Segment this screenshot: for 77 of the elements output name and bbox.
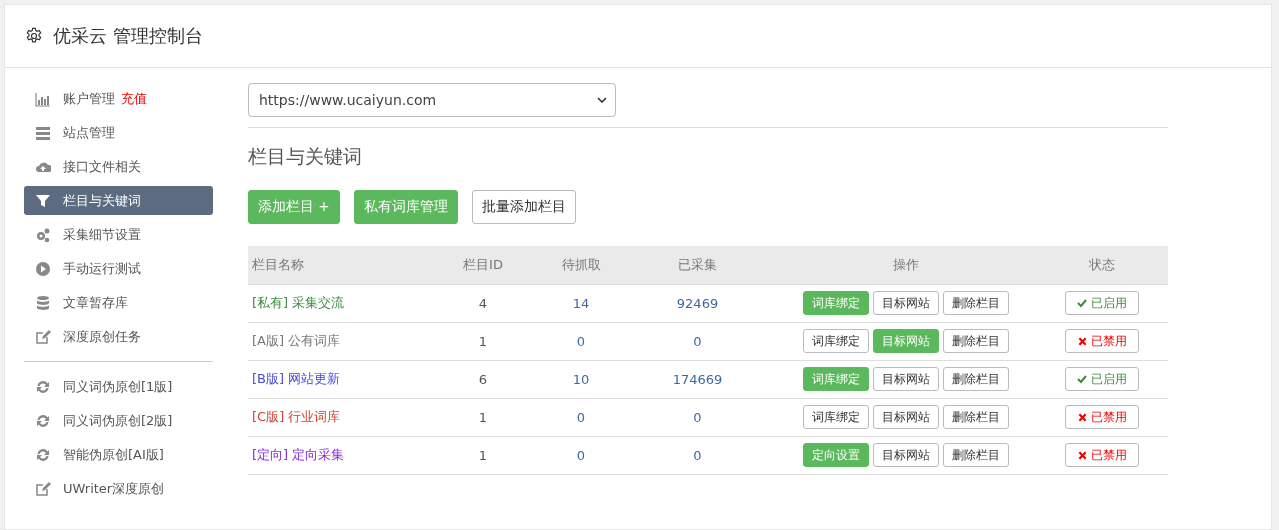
site-select[interactable]: https://www.ucaiyun.com	[248, 83, 616, 117]
status-button[interactable]: 已禁用	[1065, 443, 1139, 467]
edit-icon	[35, 480, 51, 497]
cross-icon	[1077, 336, 1087, 346]
sidebar-item[interactable]: 账户管理 充值	[24, 84, 213, 113]
table-cell: 0	[543, 398, 619, 436]
console-title: 优采云 管理控制台	[53, 24, 203, 48]
table-cell: 92469	[619, 284, 776, 322]
action-button[interactable]: 删除栏目	[943, 405, 1009, 429]
check-icon	[1077, 374, 1087, 384]
status-button[interactable]: 已启用	[1065, 291, 1139, 315]
bar-chart-icon	[35, 90, 51, 107]
column-name-link[interactable]: [C版] 行业词库	[252, 409, 341, 424]
section-title: 栏目与关键词	[248, 144, 363, 169]
status-button[interactable]: 已禁用	[1065, 329, 1139, 353]
table-cell: 0	[543, 322, 619, 360]
column-header: 操作	[776, 246, 1036, 284]
action-button[interactable]: 删除栏目	[943, 329, 1009, 353]
action-button[interactable]: 目标网站	[873, 443, 939, 467]
table-cell: 0	[543, 436, 619, 474]
sidebar-item[interactable]: UWriter深度原创	[24, 474, 213, 503]
table-cell: 1	[423, 322, 543, 360]
sidebar-item[interactable]: 同义词伪原创[2版]	[24, 406, 213, 435]
sidebar-item[interactable]: 手动运行测试	[24, 254, 213, 283]
settings-icon	[25, 27, 43, 45]
sidebar-item[interactable]: 采集细节设置	[24, 220, 213, 249]
sidebar-item[interactable]: 站点管理	[24, 118, 213, 147]
refresh-icon	[35, 378, 51, 395]
sidebar-item[interactable]: 智能伪原创[AI版]	[24, 440, 213, 469]
column-header: 栏目名称	[248, 246, 423, 284]
refresh-icon	[35, 412, 51, 429]
filter-icon	[35, 192, 51, 209]
cross-icon	[1077, 412, 1087, 422]
table-cell: 1	[423, 436, 543, 474]
play-circle-icon	[35, 260, 51, 277]
edit-icon	[35, 328, 51, 345]
database-icon	[35, 294, 51, 311]
sidebar-item[interactable]: 栏目与关键词	[24, 186, 213, 215]
refresh-icon	[35, 446, 51, 463]
column-name-link[interactable]: [A版] 公有词库	[252, 333, 341, 348]
server-icon	[35, 124, 51, 141]
action-button[interactable]: 删除栏目	[943, 367, 1009, 391]
gears-icon	[35, 226, 51, 243]
recharge-link[interactable]: 充值	[121, 89, 147, 108]
action-button[interactable]: 目标网站	[873, 367, 939, 391]
table-cell: 4	[423, 284, 543, 322]
column-header: 栏目ID	[423, 246, 543, 284]
column-header: 已采集	[619, 246, 776, 284]
table-cell: 0	[619, 398, 776, 436]
action-button[interactable]: 目标网站	[873, 291, 939, 315]
table-cell: 6	[423, 360, 543, 398]
table-cell: 0	[619, 322, 776, 360]
action-button[interactable]: 目标网站	[873, 405, 939, 429]
table-cell: 0	[619, 436, 776, 474]
caret-icon	[597, 97, 607, 103]
status-button[interactable]: 已启用	[1065, 367, 1139, 391]
table-cell: 1	[423, 398, 543, 436]
action-button[interactable]: 删除栏目	[943, 443, 1009, 467]
status-button[interactable]: 已禁用	[1065, 405, 1139, 429]
column-header: 状态	[1036, 246, 1168, 284]
cross-icon	[1077, 450, 1087, 460]
toolbar-button[interactable]: 批量添加栏目	[471, 190, 576, 224]
check-icon	[1077, 298, 1087, 308]
table-cell: 10	[543, 360, 619, 398]
column-name-link[interactable]: [私有] 采集交流	[252, 295, 345, 310]
sidebar-item[interactable]: 深度原创任务	[24, 322, 213, 351]
table-cell: 174669	[619, 360, 776, 398]
column-name-link[interactable]: [B版] 网站更新	[252, 371, 341, 386]
sidebar-item[interactable]: 同义词伪原创[1版]	[24, 372, 213, 401]
action-button[interactable]: 删除栏目	[943, 291, 1009, 315]
sidebar-item[interactable]: 文章暂存库	[24, 288, 213, 317]
action-button[interactable]: 词库绑定	[803, 405, 869, 429]
table-cell: 14	[543, 284, 619, 322]
column-header: 待抓取	[543, 246, 619, 284]
sidebar-item[interactable]: 接口文件相关	[24, 152, 213, 181]
column-name-link[interactable]: [定向] 定向采集	[252, 447, 345, 462]
action-button[interactable]: 词库绑定	[803, 329, 869, 353]
